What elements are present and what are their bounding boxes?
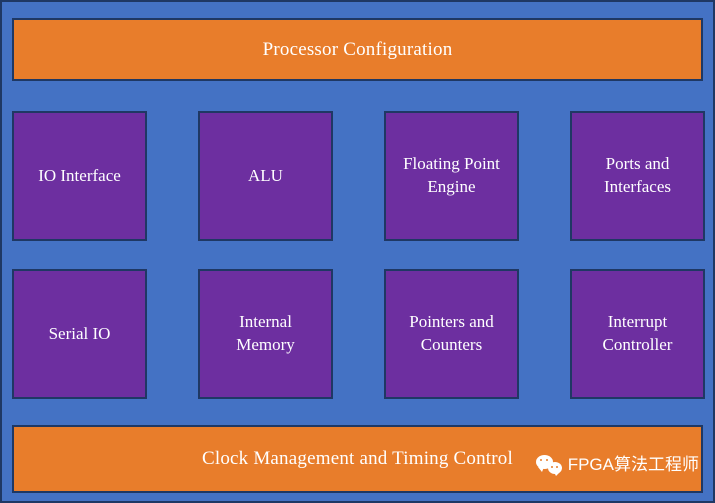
watermark-label: FPGA算法工程师: [567, 454, 699, 474]
processor-configuration-bar: Processor Configuration: [12, 18, 703, 81]
block-label: Interrupt Controller: [602, 312, 673, 354]
block-label: Serial IO: [48, 323, 111, 343]
clock-management-label: Clock Management and Timing Control: [202, 448, 513, 469]
block-label: Floating Point Engine: [403, 154, 500, 196]
block-ports-and-interfaces: Ports and Interfaces: [570, 111, 705, 241]
wechat-icon: [535, 454, 562, 476]
processor-configuration-label: Processor Configuration: [262, 38, 453, 60]
block-grid: IO Interface ALU Floating Point Engine P…: [12, 111, 705, 413]
block-label: IO Interface: [38, 165, 121, 185]
block-io-interface: IO Interface: [12, 111, 147, 241]
block-serial-io: Serial IO: [12, 269, 147, 399]
block-label: Ports and Interfaces: [603, 154, 671, 196]
block-internal-memory: Internal Memory: [198, 269, 333, 399]
processor-block-diagram: Processor Configuration IO Interface ALU…: [0, 0, 715, 503]
block-alu: ALU: [198, 111, 333, 241]
watermark: FPGA算法工程师: [535, 454, 699, 476]
block-pointers-and-counters: Pointers and Counters: [384, 269, 519, 399]
block-label: ALU: [248, 165, 283, 185]
block-label: Internal Memory: [236, 312, 295, 354]
block-label: Pointers and Counters: [409, 312, 494, 354]
block-floating-point-engine: Floating Point Engine: [384, 111, 519, 241]
block-interrupt-controller: Interrupt Controller: [570, 269, 705, 399]
